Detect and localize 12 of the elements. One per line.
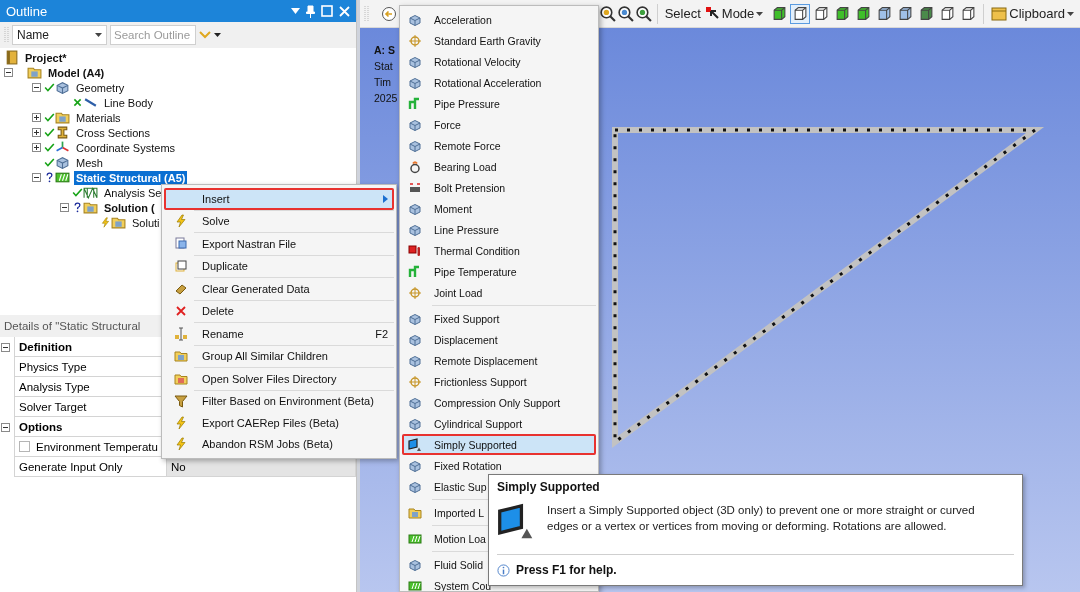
value-cell: No	[166, 457, 356, 477]
panel-title: Outline	[6, 3, 49, 19]
info-text: 2025	[374, 91, 398, 106]
tooltip-title: Simply Supported	[497, 480, 601, 494]
info-text: Tim	[374, 75, 392, 90]
help-text: Press F1 for help.	[516, 563, 617, 577]
info-text: Stat	[374, 59, 393, 74]
property-label: Environment Temperatu	[36, 440, 158, 453]
info-text: A: S	[374, 43, 395, 58]
details-title: Details of "Static Structural	[4, 320, 141, 332]
tooltip-text: Insert a Simply Supported object (3D only) to prevent one or more straight or curved edges or a vertex or vertices from moving or deforming. Rotations are allowed.	[547, 503, 976, 534]
property-label: Generate Input Only	[14, 457, 166, 477]
